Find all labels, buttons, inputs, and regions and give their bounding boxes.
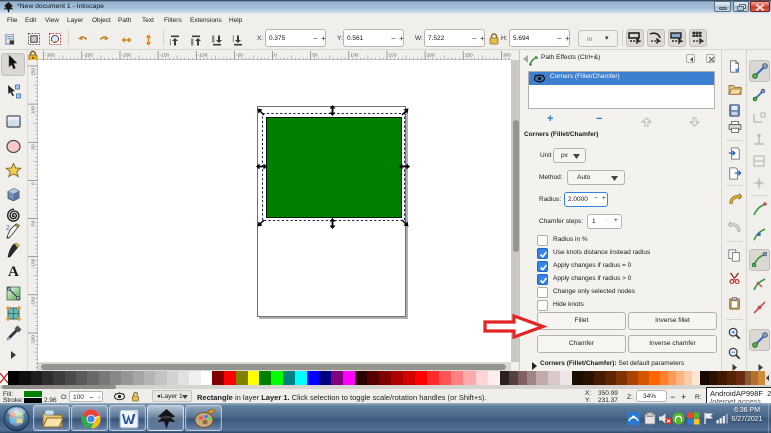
- svg-text:-300: -300: [45, 53, 55, 59]
- svg-text:50: 50: [31, 144, 37, 150]
- svg-text:150: 150: [31, 68, 37, 76]
- svg-text:300: 300: [503, 53, 511, 59]
- svg-text:-150: -150: [31, 296, 37, 306]
- svg-text:200: 200: [427, 53, 435, 59]
- svg-text:100: 100: [350, 53, 358, 59]
- svg-text:-250: -250: [83, 53, 93, 59]
- svg-text:2: 2: [6, 225, 10, 232]
- svg-text:-150: -150: [160, 53, 170, 59]
- svg-text:-200: -200: [122, 53, 132, 59]
- svg-text:150: 150: [389, 53, 397, 59]
- svg-text:250: 250: [465, 53, 473, 59]
- svg-text:50: 50: [312, 53, 318, 59]
- svg-text:-100: -100: [198, 53, 208, 59]
- svg-text:0: 0: [31, 182, 37, 185]
- svg-text:A: A: [8, 264, 19, 279]
- svg-text:-100: -100: [31, 258, 37, 268]
- svg-text:100: 100: [31, 106, 37, 114]
- svg-text:-200: -200: [31, 335, 37, 345]
